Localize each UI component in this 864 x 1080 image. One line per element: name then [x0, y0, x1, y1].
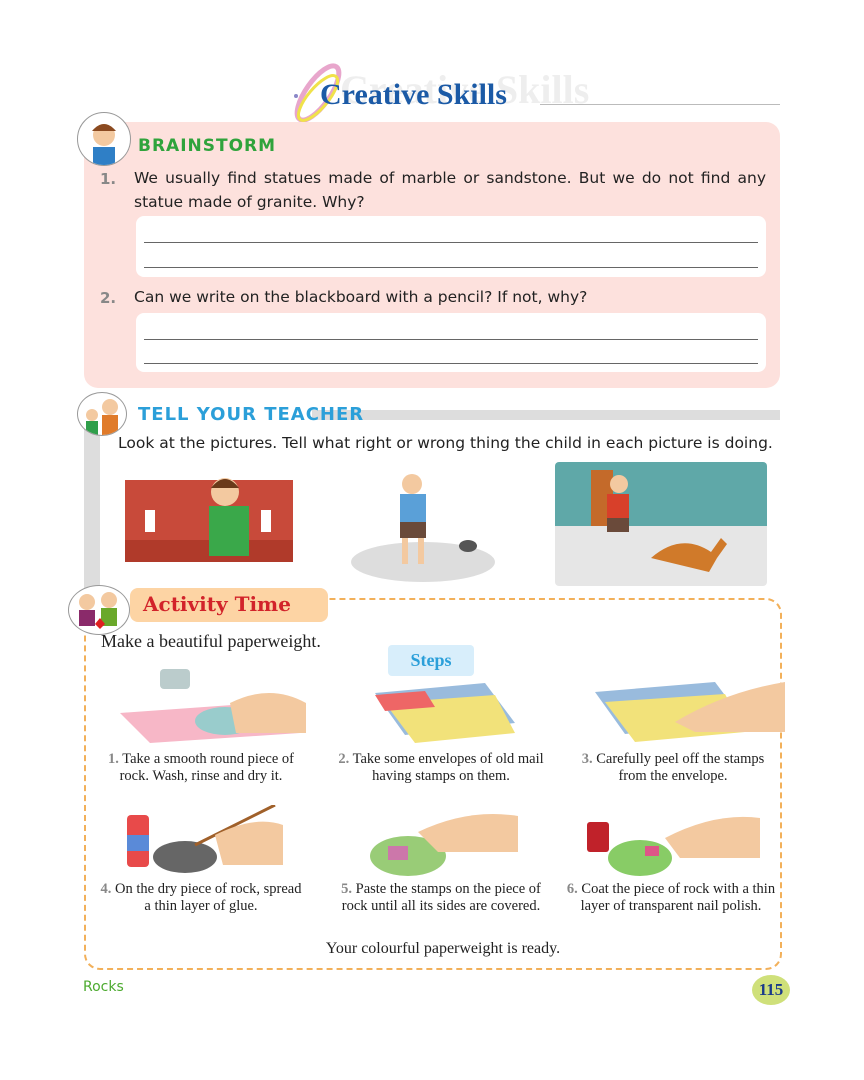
page-number: 115: [752, 975, 790, 1005]
step-text: Take some envelopes of old mail having s…: [352, 751, 544, 784]
answer-box-1[interactable]: [136, 216, 766, 277]
steps-label: Steps: [388, 645, 474, 676]
step-caption: 1. Take a smooth round piece of rock. Wa…: [96, 751, 306, 785]
step-number: 6.: [566, 881, 578, 897]
step-3-image: [595, 682, 785, 742]
step-text: Carefully peel off the stamps from the e…: [596, 751, 765, 784]
activity-heading: Activity Time: [143, 592, 291, 616]
step-number: 3.: [581, 751, 593, 767]
answer-box-2[interactable]: [136, 313, 766, 372]
step-2-image: [375, 683, 515, 743]
chapter-name: Rocks: [83, 979, 124, 995]
tell-teacher-heading: TELL YOUR TEACHER: [138, 404, 365, 425]
step-5-image: [370, 814, 518, 876]
brainstorm-heading: BRAINSTORM: [138, 136, 277, 156]
picture-child-and-dog: [555, 462, 767, 586]
step-text: Coat the piece of rock with a thin layer…: [580, 881, 776, 914]
step-number: 5.: [341, 881, 352, 897]
step-number: 2.: [338, 751, 350, 767]
step-text: On the dry piece of rock, spread a thin …: [115, 881, 302, 914]
step-1-image: [120, 669, 306, 743]
step-text: Take a smooth round piece of rock. Wash,…: [119, 751, 294, 784]
step-caption: 4. On the dry piece of rock, spread a th…: [96, 881, 306, 915]
step-caption: 5. Paste the stamps on the piece of rock…: [336, 881, 546, 915]
step-number: 4.: [100, 881, 112, 897]
answer-line: [144, 339, 758, 340]
step-caption: 3. Carefully peel off the stamps from th…: [568, 751, 778, 785]
step-caption: 6. Coat the piece of rock with a thin la…: [566, 881, 776, 915]
step-text: Paste the stamps on the piece of rock un…: [341, 881, 541, 914]
step-6-image: [587, 816, 760, 876]
step-caption: 2. Take some envelopes of old mail havin…: [336, 751, 546, 785]
question-number: 1.: [100, 170, 117, 188]
thinking-boy-avatar: [77, 112, 131, 166]
question-text: We usually find statues made of marble o…: [134, 169, 766, 211]
answer-line: [144, 267, 758, 268]
activity-conclusion: Your colourful paperweight is ready.: [325, 940, 561, 957]
title-divider: [540, 104, 780, 105]
picture-child-throwing-stone: [350, 462, 496, 584]
step-number: 1.: [108, 751, 119, 767]
section-strip: [84, 420, 100, 590]
step-4-image: [127, 805, 283, 873]
teacher-children-icon: [86, 399, 118, 435]
thinking-boy-icon: [92, 124, 116, 165]
textbook-page: Creative Skills Creative Skills BRAINSTO…: [0, 0, 864, 1080]
question-number: 2.: [100, 289, 117, 307]
teacher-kids-avatar: [77, 392, 127, 436]
question-text: Can we write on the blackboard with a pe…: [134, 288, 588, 306]
activity-intro: Make a beautiful paperweight.: [101, 631, 321, 651]
picture-child-scribbling-wall: [125, 462, 293, 574]
answer-line: [144, 363, 758, 364]
activity-kids-avatar: [68, 585, 130, 635]
section-bar: [312, 410, 780, 420]
children-crafting-icon: [79, 592, 117, 629]
answer-line: [144, 242, 758, 243]
page-title: Creative Skills: [320, 78, 507, 111]
tell-teacher-instruction: Look at the pictures. Tell what right or…: [118, 434, 773, 452]
